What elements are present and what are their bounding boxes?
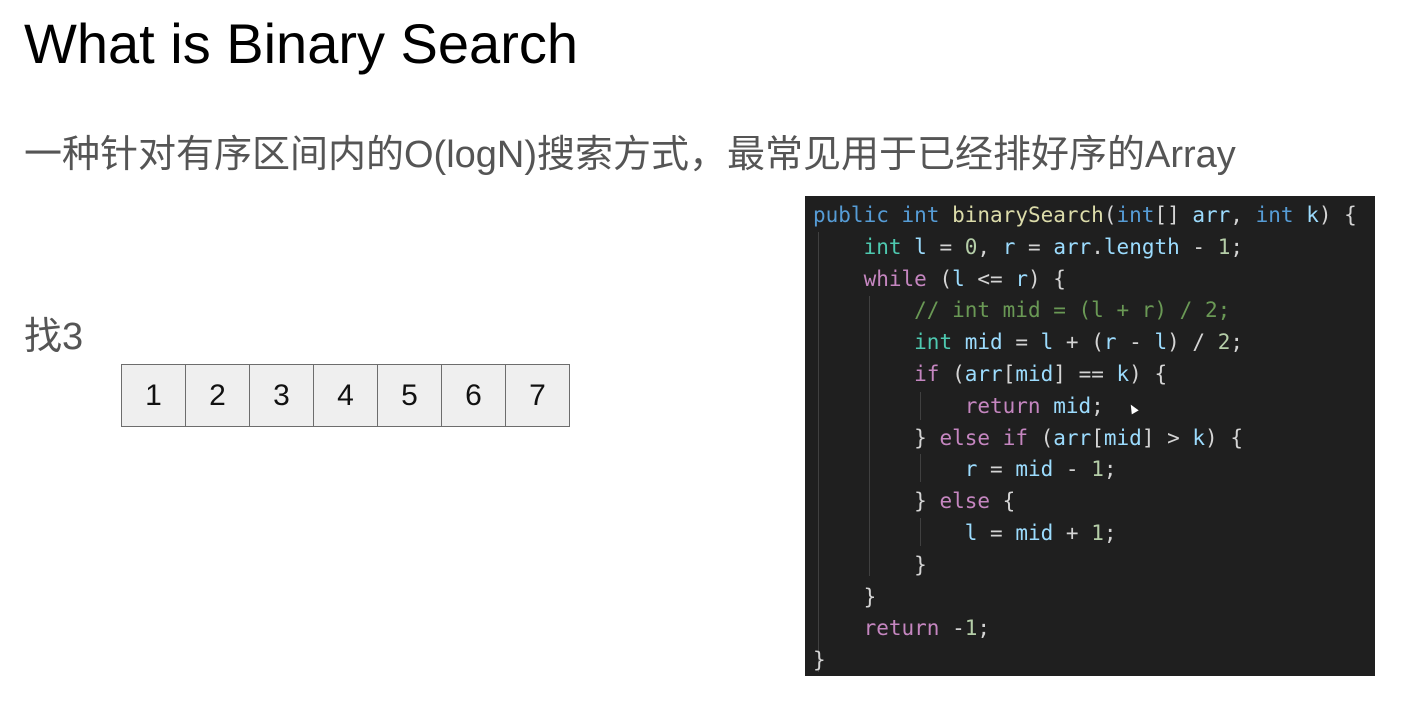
array-cell: 4 (314, 365, 378, 427)
find-target-label: 找3 (24, 316, 84, 358)
code-line: } (813, 648, 826, 673)
code-line: public int binarySearch(int[] arr, int k… (813, 203, 1357, 227)
slide-title: What is Binary Search (24, 12, 578, 75)
code-block: public int binarySearch(int[] arr, int k… (805, 196, 1375, 676)
code-line: } else if (arr[mid] > k) { (914, 425, 1243, 450)
array-cell: 6 (442, 365, 506, 427)
code-line: return -1; (863, 616, 991, 641)
array-cell: 1 (122, 365, 186, 427)
array-cell: 5 (378, 365, 442, 427)
code-line: while (l <= r) { (863, 266, 1066, 291)
code-line: } else { (914, 489, 1016, 514)
code-line: return mid; (964, 393, 1104, 418)
code-line: // int mid = (l + r) / 2; (914, 298, 1231, 323)
code-line: int mid = l + (r - l) / 2; (914, 330, 1243, 355)
code-line: if (arr[mid] == k) { (914, 361, 1168, 386)
slide-subtitle: 一种针对有序区间内的O(logN)搜索方式，最常见用于已经排好序的Array (24, 134, 1236, 176)
array-cell: 7 (506, 365, 570, 427)
code-line: } (914, 552, 927, 577)
array-cell: 2 (186, 365, 250, 427)
code-line: } (863, 584, 877, 609)
sorted-array: 1 2 3 4 5 6 7 (121, 364, 570, 427)
code-line: l = mid + 1; (964, 520, 1117, 545)
code-line: r = mid - 1; (964, 457, 1117, 482)
code-line: int l = 0, r = arr.length - 1; (863, 234, 1244, 259)
array-cell: 3 (250, 365, 314, 427)
